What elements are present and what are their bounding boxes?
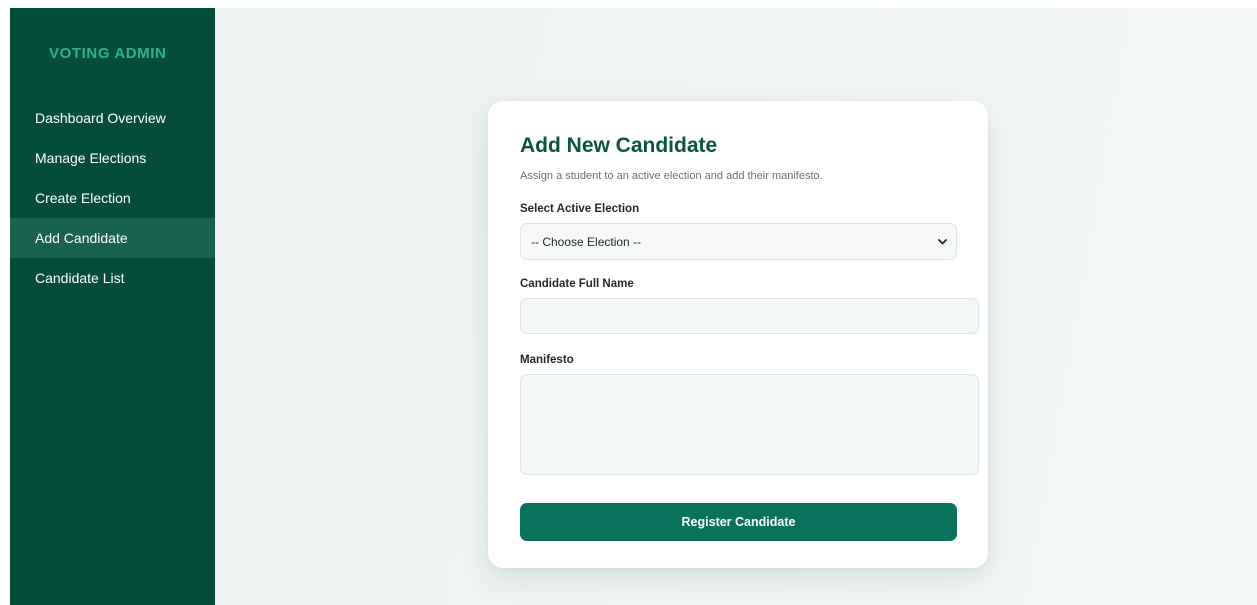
candidate-name-label: Candidate Full Name	[520, 278, 634, 290]
main-content: Add New Candidate Assign a student to an…	[215, 8, 1257, 605]
sidebar-item-label: Create Election	[35, 190, 131, 206]
add-candidate-card: Add New Candidate Assign a student to an…	[488, 101, 988, 568]
election-select-value: -- Choose Election --	[531, 234, 642, 249]
sidebar: VOTING ADMIN Dashboard Overview Manage E…	[10, 8, 215, 605]
sidebar-nav: Dashboard Overview Manage Elections Crea…	[10, 98, 215, 298]
page-subtitle: Assign a student to an active election a…	[520, 170, 823, 182]
sidebar-item-manage-elections[interactable]: Manage Elections	[10, 138, 215, 178]
manifesto-label: Manifesto	[520, 354, 574, 366]
manifesto-textarea[interactable]	[520, 374, 979, 475]
sidebar-item-create-election[interactable]: Create Election	[10, 178, 215, 218]
register-candidate-button[interactable]: Register Candidate	[520, 503, 957, 541]
chevron-down-icon	[937, 237, 947, 247]
sidebar-item-label: Manage Elections	[35, 150, 147, 166]
election-select[interactable]: -- Choose Election --	[520, 223, 957, 260]
sidebar-item-label: Dashboard Overview	[35, 110, 166, 126]
sidebar-item-candidate-list[interactable]: Candidate List	[10, 258, 215, 298]
sidebar-item-label: Candidate List	[35, 270, 125, 286]
sidebar-item-dashboard-overview[interactable]: Dashboard Overview	[10, 98, 215, 138]
brand-logo-text: VOTING ADMIN	[49, 45, 167, 62]
election-select-label: Select Active Election	[520, 203, 640, 215]
sidebar-item-label: Add Candidate	[35, 230, 128, 246]
sidebar-item-add-candidate[interactable]: Add Candidate	[10, 218, 215, 258]
candidate-name-field[interactable]	[520, 298, 979, 334]
page-title: Add New Candidate	[520, 134, 718, 157]
app-window: VOTING ADMIN Dashboard Overview Manage E…	[10, 8, 1257, 605]
